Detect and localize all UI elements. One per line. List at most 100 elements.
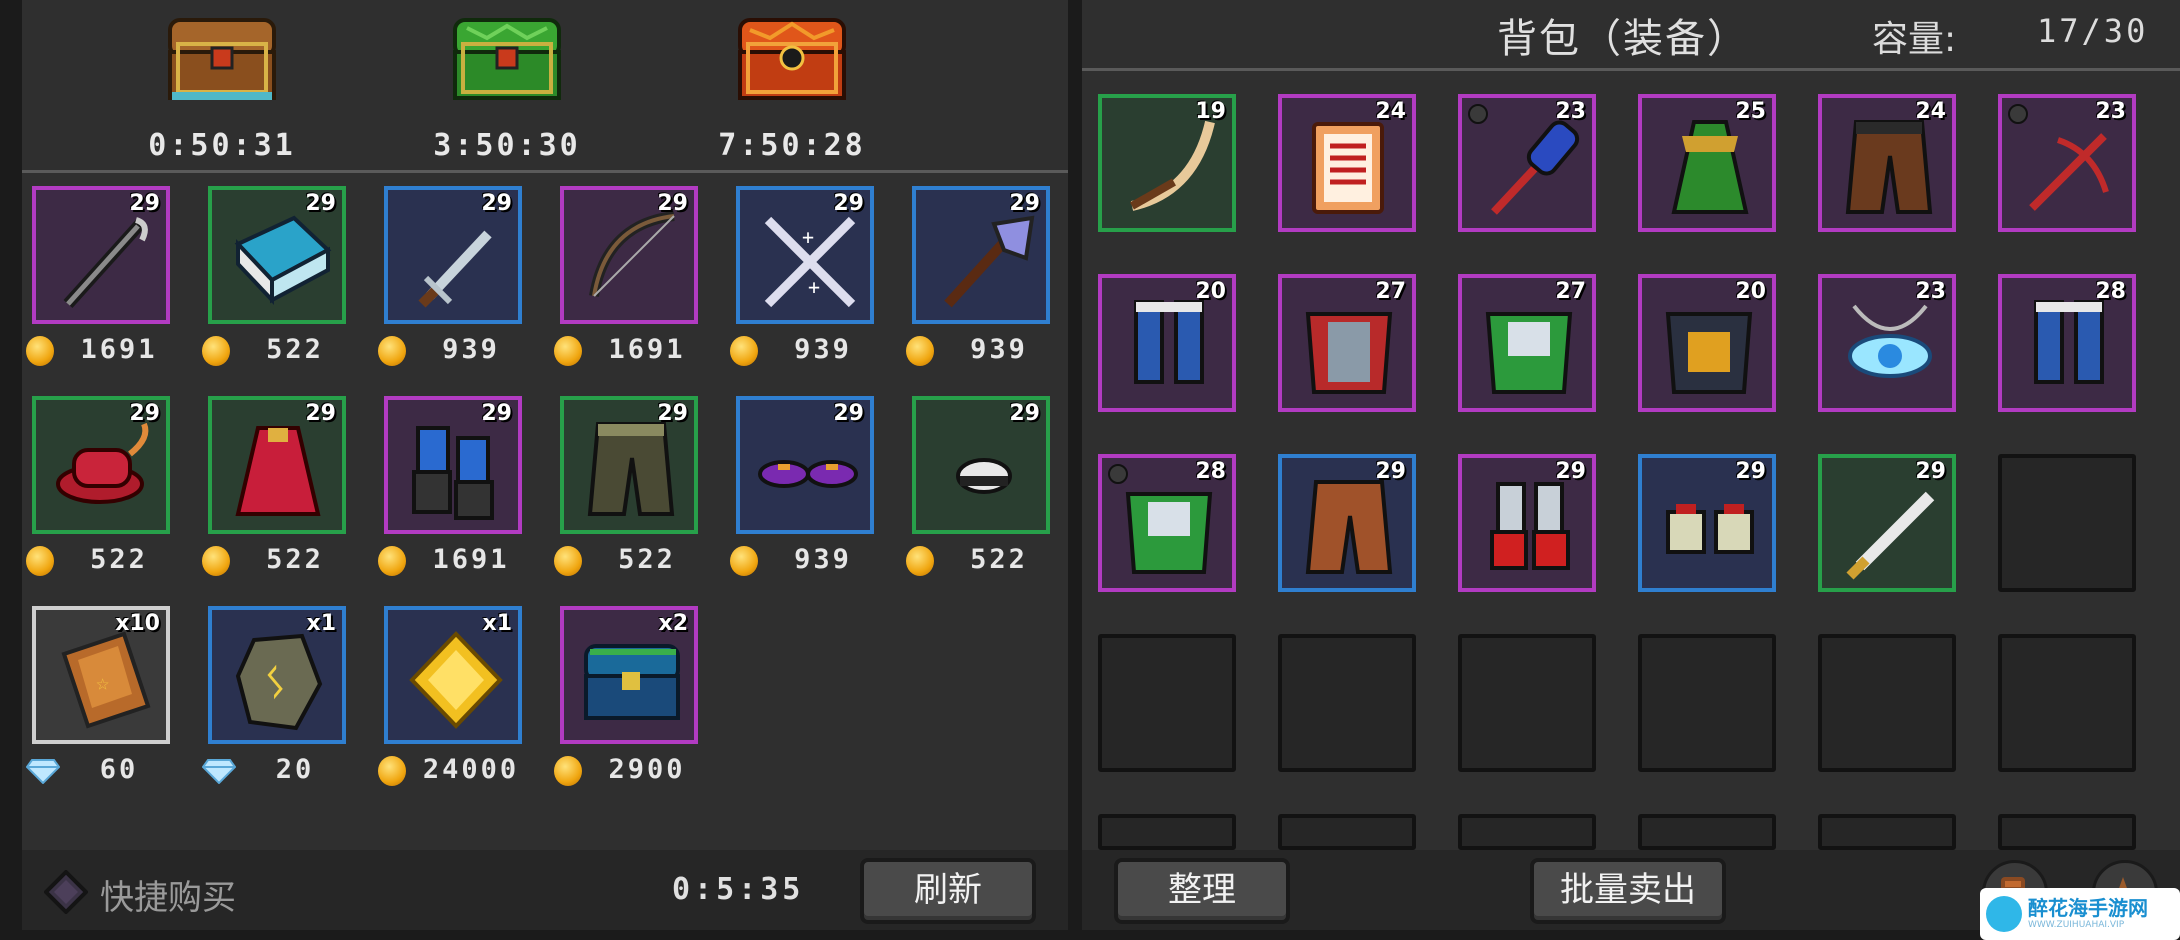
empty-slot[interactable] xyxy=(1278,814,1416,850)
price-tag: 1691 xyxy=(26,334,176,370)
item-slot[interactable]: 29 xyxy=(32,396,170,534)
price-amount: 522 xyxy=(266,334,324,365)
scroll-icon xyxy=(1312,122,1384,214)
empty-slot[interactable] xyxy=(1278,634,1416,772)
item-slot[interactable]: 29 xyxy=(32,186,170,324)
item-slot[interactable]: 23 xyxy=(1458,94,1596,232)
item-slot[interactable]: 27 xyxy=(1458,274,1596,412)
item-slot[interactable]: 24 xyxy=(1818,94,1956,232)
item-slot[interactable]: 24 xyxy=(1278,94,1416,232)
red-gauntlets-icon xyxy=(1490,482,1570,570)
bulk-sell-button[interactable]: 批量卖出 xyxy=(1530,858,1726,924)
crossbow-icon xyxy=(2029,133,2109,211)
item-slot[interactable]: 29 xyxy=(912,396,1050,534)
chest-slot-1[interactable]: 0:50:31 xyxy=(132,8,312,168)
item-slot[interactable]: 23 xyxy=(1998,94,2136,232)
brown-pants-icon xyxy=(1845,120,1933,214)
item-slot[interactable]: + +29 xyxy=(736,186,874,324)
price-amount: 939 xyxy=(794,544,852,575)
item-level: x2 xyxy=(658,611,689,636)
price-amount: 1691 xyxy=(608,334,686,365)
empty-slot[interactable] xyxy=(1998,454,2136,592)
refresh-button[interactable]: 刷新 xyxy=(860,858,1036,924)
amulet-icon xyxy=(1848,304,1932,378)
chest-slot-2[interactable]: 3:50:30 xyxy=(417,8,597,168)
item-slot[interactable]: x1 xyxy=(384,606,522,744)
item-slot[interactable]: 19 xyxy=(1098,94,1236,232)
item-slot[interactable]: 27 xyxy=(1278,274,1416,412)
empty-slot[interactable] xyxy=(1098,814,1236,850)
item-level: 23 xyxy=(2095,99,2126,124)
empty-slot[interactable] xyxy=(1998,634,2136,772)
empty-slot[interactable] xyxy=(1818,634,1956,772)
empty-slot[interactable] xyxy=(1998,814,2136,850)
empty-slot[interactable] xyxy=(1818,814,1956,850)
item-slot[interactable]: ᛊ x1 xyxy=(208,606,346,744)
item-level: x1 xyxy=(306,611,337,636)
item-slot[interactable]: 29 xyxy=(1278,454,1416,592)
red-chest-icon xyxy=(738,18,846,100)
svg-text:+: + xyxy=(802,225,814,249)
gold-coin-icon xyxy=(554,336,582,366)
price-tag: 939 xyxy=(378,334,528,370)
chest-timer: 7:50:28 xyxy=(718,128,866,163)
item-slot[interactable]: 29 xyxy=(384,396,522,534)
item-level: 29 xyxy=(1375,459,1406,484)
price-tag: 522 xyxy=(202,544,352,580)
item-slot[interactable]: 28 xyxy=(1098,454,1236,592)
empty-slot[interactable] xyxy=(1458,814,1596,850)
item-slot[interactable]: 29 xyxy=(736,396,874,534)
item-slot[interactable]: 29 xyxy=(560,396,698,534)
diamond-checkbox-icon xyxy=(44,870,88,914)
item-slot[interactable]: 29 xyxy=(384,186,522,324)
hat-icon xyxy=(56,422,149,504)
price-amount: 1691 xyxy=(80,334,158,365)
item-level: 29 xyxy=(305,401,336,426)
quick-buy-label: 快捷购买 xyxy=(100,878,236,918)
green-armor-icon xyxy=(1125,492,1213,574)
item-slot[interactable]: 20 xyxy=(1098,274,1236,412)
price-amount: 522 xyxy=(618,544,676,575)
item-slot[interactable]: 29 xyxy=(1458,454,1596,592)
item-slot[interactable]: 29 xyxy=(912,186,1050,324)
item-level: 25 xyxy=(1735,99,1766,124)
price-tag: 522 xyxy=(26,544,176,580)
empty-slot[interactable] xyxy=(1458,634,1596,772)
boots-icon xyxy=(1666,504,1754,554)
green-robe-icon xyxy=(1671,120,1749,214)
item-slot[interactable]: 23 xyxy=(1818,274,1956,412)
gold-crystal-icon xyxy=(409,631,503,729)
watermark-main: 醉花海手游网 xyxy=(2028,896,2148,920)
item-level: 29 xyxy=(305,191,336,216)
item-level: 20 xyxy=(1195,279,1226,304)
item-slot[interactable]: 29 xyxy=(1818,454,1956,592)
item-slot[interactable]: x2 xyxy=(560,606,698,744)
quick-buy-toggle[interactable]: 快捷购买 xyxy=(44,870,264,918)
item-slot[interactable]: 29 xyxy=(1638,454,1776,592)
price-tag: 522 xyxy=(906,544,1056,580)
mace-icon xyxy=(1491,120,1580,215)
bow-icon xyxy=(589,211,675,297)
item-level: 29 xyxy=(1735,459,1766,484)
knife-icon xyxy=(1846,491,1935,580)
gold-coin-icon xyxy=(26,546,54,576)
price-tag: 939 xyxy=(730,334,880,370)
item-slot[interactable]: 29 xyxy=(208,396,346,534)
sort-button[interactable]: 整理 xyxy=(1114,858,1290,924)
blue-greaves-icon xyxy=(2034,300,2104,384)
item-slot[interactable]: 29 xyxy=(560,186,698,324)
empty-slot[interactable] xyxy=(1638,634,1776,772)
chest-slot-3[interactable]: 7:50:28 xyxy=(702,8,882,168)
price-amount: 24000 xyxy=(422,754,520,785)
item-slot[interactable]: 28 xyxy=(1998,274,2136,412)
item-level: 29 xyxy=(481,191,512,216)
item-slot[interactable]: ☆ x10 xyxy=(32,606,170,744)
pants-icon xyxy=(587,422,675,516)
item-slot[interactable]: 20 xyxy=(1638,274,1776,412)
item-slot[interactable]: 25 xyxy=(1638,94,1776,232)
price-tag: 1691 xyxy=(554,334,704,370)
item-level: 28 xyxy=(2095,279,2126,304)
empty-slot[interactable] xyxy=(1638,814,1776,850)
empty-slot[interactable] xyxy=(1098,634,1236,772)
item-slot[interactable]: 29 xyxy=(208,186,346,324)
